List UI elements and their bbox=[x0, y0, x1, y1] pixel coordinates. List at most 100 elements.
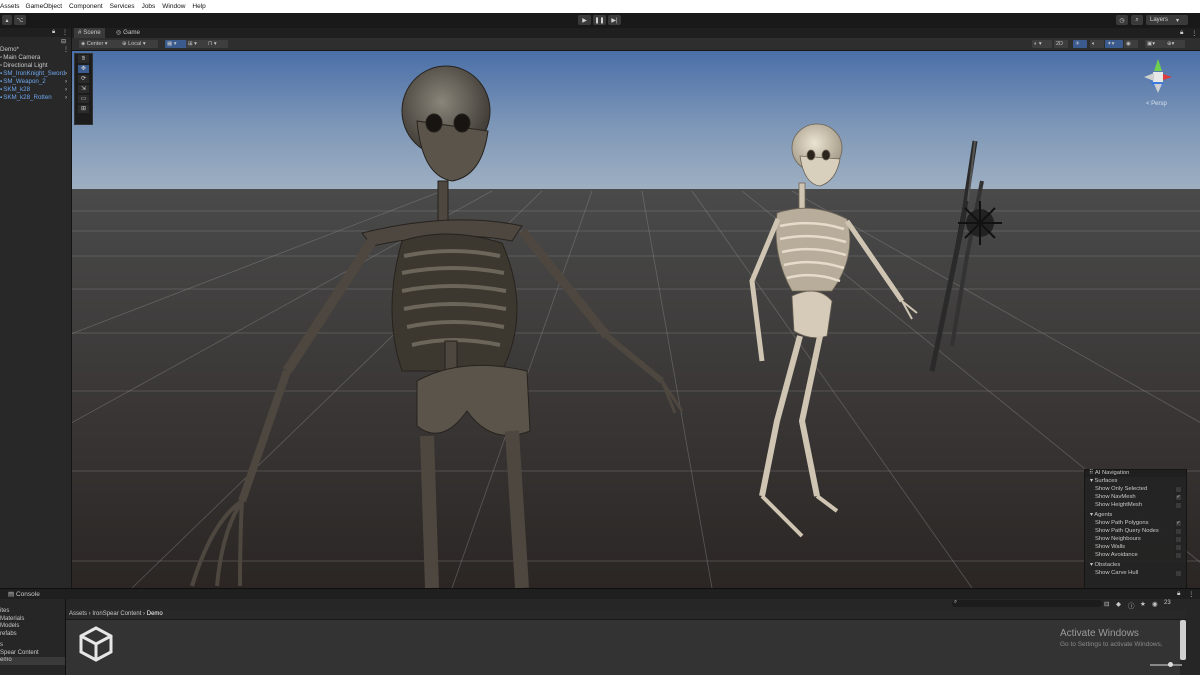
scale-tool-icon[interactable]: ⇲ bbox=[78, 85, 89, 93]
hierarchy-item[interactable]: ▪SKM_k28_Rotten › bbox=[0, 94, 71, 102]
lighting-toggle[interactable]: ☀ bbox=[1073, 40, 1087, 48]
breadcrumb-item[interactable]: Demo bbox=[147, 611, 163, 617]
draw-mode-dropdown[interactable]: ◐ ▾ bbox=[1032, 40, 1052, 48]
2d-toggle[interactable]: 2D bbox=[1054, 40, 1068, 48]
more-icon[interactable]: ⋮ bbox=[1191, 29, 1198, 37]
space-dropdown[interactable]: ⊕ Local ▾ bbox=[120, 40, 158, 48]
overlay-option-checkbox[interactable] bbox=[1175, 486, 1182, 493]
chevron-right-icon[interactable]: › bbox=[65, 86, 67, 94]
more-icon[interactable]: ⋮ bbox=[62, 29, 68, 36]
tab-game-label: Game bbox=[123, 29, 140, 36]
menu-item-jobs[interactable]: Jobs bbox=[142, 3, 163, 10]
grid-snap-button[interactable]: ▦ ▾ bbox=[165, 40, 187, 48]
lock-icon[interactable]: 🔒︎ bbox=[1177, 590, 1180, 598]
tab-scene[interactable]: # Scene bbox=[74, 28, 105, 38]
folder-tree-item[interactable]: refabs bbox=[0, 631, 65, 639]
folder-tree-item[interactable]: Materials bbox=[0, 616, 65, 624]
menu-item-services[interactable]: Services bbox=[110, 3, 142, 10]
drag-handle-icon[interactable]: ⠿ bbox=[1089, 470, 1093, 476]
hierarchy-item[interactable]: ▫Directional Light bbox=[0, 62, 71, 70]
overlay-option-label: Show Only Selected bbox=[1095, 486, 1148, 492]
scene-viewport[interactable]: < Persp bbox=[72, 51, 1200, 588]
camera-settings-dropdown[interactable]: ▣▾ bbox=[1145, 40, 1165, 48]
overlay-section-surfaces[interactable]: ▾ Surfaces bbox=[1085, 477, 1186, 485]
filter-by-label-icon[interactable]: ◆ bbox=[1116, 600, 1121, 608]
transform-tool-icon[interactable]: ⊞ bbox=[78, 105, 89, 113]
pivot-dropdown[interactable]: ◈ Center ▾ bbox=[79, 40, 121, 48]
hidden-objects-toggle[interactable]: ◉ bbox=[1124, 40, 1138, 48]
unity-scene-asset-icon[interactable] bbox=[78, 626, 114, 662]
overlay-section-obstacles[interactable]: ▾ Obstacles bbox=[1085, 561, 1186, 569]
menu-item-assets[interactable]: Assets bbox=[0, 3, 26, 10]
activate-windows-watermark: Activate Windows Go to Settings to activ… bbox=[1060, 628, 1163, 648]
step-button[interactable]: ▶| bbox=[608, 15, 621, 25]
gameobject-icon: ▫ bbox=[0, 54, 3, 61]
account-icon[interactable]: ▴ bbox=[2, 15, 12, 25]
menu-item-component[interactable]: Component bbox=[69, 3, 110, 10]
overlay-option-checkbox[interactable] bbox=[1175, 536, 1182, 543]
effects-dropdown[interactable]: ✦▾ bbox=[1105, 40, 1123, 48]
overlay-option-checkbox[interactable] bbox=[1175, 552, 1182, 559]
hierarchy-item[interactable]: ▪SM_Weapon_2 › bbox=[0, 78, 71, 86]
history-icon[interactable]: ◷ bbox=[1116, 15, 1128, 25]
chevron-right-icon[interactable]: › bbox=[65, 94, 67, 102]
hierarchy-item[interactable]: ▪SKM_k28 › bbox=[0, 86, 71, 94]
more-icon[interactable]: ⋮ bbox=[1188, 590, 1195, 598]
overlay-option-checkbox[interactable] bbox=[1175, 528, 1182, 535]
snap-toggle-button[interactable]: ⊓ ▾ bbox=[206, 40, 228, 48]
hierarchy-item[interactable]: ▪SM_IronKnight_Sword › bbox=[0, 70, 71, 78]
game-tab-icon: ◎ bbox=[116, 29, 122, 36]
scene-root[interactable]: Demo* ⋮ bbox=[0, 46, 71, 54]
lock-icon[interactable]: 🔒︎ bbox=[1180, 29, 1183, 37]
hierarchy-item[interactable]: ▫Main Camera bbox=[0, 54, 71, 62]
rect-tool-icon[interactable]: ▭ bbox=[78, 95, 89, 103]
search-icon[interactable]: ⌕ bbox=[1131, 15, 1143, 25]
hand-tool-icon[interactable]: ✋︎ bbox=[78, 55, 89, 63]
overlay-section-label: Obstacles bbox=[1094, 562, 1121, 568]
overlay-option-checkbox[interactable]: ✓ bbox=[1175, 494, 1182, 501]
tab-game[interactable]: ◎ Game bbox=[112, 28, 144, 38]
folder-tree-item[interactable]: Models bbox=[0, 623, 65, 631]
overlay-option-checkbox[interactable] bbox=[1175, 570, 1182, 577]
tab-console[interactable]: ▤ Console bbox=[8, 590, 40, 598]
overlay-option-checkbox[interactable] bbox=[1175, 544, 1182, 551]
snap-increment-button[interactable]: ⊞ ▾ bbox=[186, 40, 207, 48]
project-scrollbar[interactable] bbox=[1180, 620, 1186, 660]
pause-button[interactable]: ❚❚ bbox=[593, 15, 606, 25]
move-tool-icon[interactable]: ✥ bbox=[78, 65, 89, 73]
version-control-icon[interactable]: ⌥ bbox=[14, 15, 26, 25]
rotate-tool-icon[interactable]: ⟳ bbox=[78, 75, 89, 83]
folder-tree-item[interactable]: s bbox=[0, 642, 65, 650]
menu-item-window[interactable]: Window bbox=[162, 3, 192, 10]
gizmos-dropdown[interactable]: ⊕▾ bbox=[1165, 40, 1185, 48]
menu-item-gameobject[interactable]: GameObject bbox=[26, 3, 70, 10]
folder-tree-item[interactable]: emo bbox=[0, 657, 65, 665]
globe-icon: ⊕ bbox=[122, 41, 127, 47]
search-options-icon[interactable]: ⊟ bbox=[61, 38, 66, 45]
breadcrumb-item[interactable]: IronSpear Content bbox=[92, 611, 141, 617]
overlay-option-checkbox[interactable] bbox=[1175, 502, 1182, 509]
play-button[interactable]: ▶ bbox=[578, 15, 591, 25]
search-icon: ⌕ bbox=[954, 599, 958, 605]
visibility-icon[interactable]: ◉ bbox=[1152, 600, 1158, 608]
audio-toggle[interactable]: 🔈︎ bbox=[1090, 40, 1104, 48]
menu-item-help[interactable]: Help bbox=[192, 3, 212, 10]
folder-tree-item[interactable]: Spear Content bbox=[0, 650, 65, 658]
overlay-option: Show Path Polygons ✓ bbox=[1085, 519, 1186, 527]
zoom-slider[interactable] bbox=[1150, 662, 1182, 667]
lock-icon[interactable]: 🔒︎ bbox=[52, 29, 55, 36]
overlay-option-checkbox[interactable]: ✓ bbox=[1175, 520, 1182, 527]
layers-dropdown[interactable]: Layers ▾ bbox=[1146, 15, 1188, 25]
chevron-right-icon[interactable]: › bbox=[65, 70, 67, 78]
folder-tree-item[interactable]: ites bbox=[0, 608, 65, 616]
more-icon[interactable]: ⋮ bbox=[63, 46, 69, 54]
overlay-option: Show Carve Hull bbox=[1085, 569, 1186, 577]
breadcrumb-item[interactable]: Assets bbox=[69, 611, 87, 617]
filter-by-type-icon[interactable]: ⊟ bbox=[1104, 600, 1109, 608]
project-search-input[interactable]: ⌕ bbox=[952, 599, 1102, 607]
projection-label[interactable]: < Persp bbox=[1146, 101, 1168, 107]
zoom-slider-handle[interactable] bbox=[1168, 662, 1173, 667]
chevron-right-icon[interactable]: › bbox=[65, 78, 67, 86]
overlay-section-agents[interactable]: ▾ Agents bbox=[1085, 511, 1186, 519]
favorite-icon[interactable]: ★ bbox=[1140, 600, 1146, 608]
